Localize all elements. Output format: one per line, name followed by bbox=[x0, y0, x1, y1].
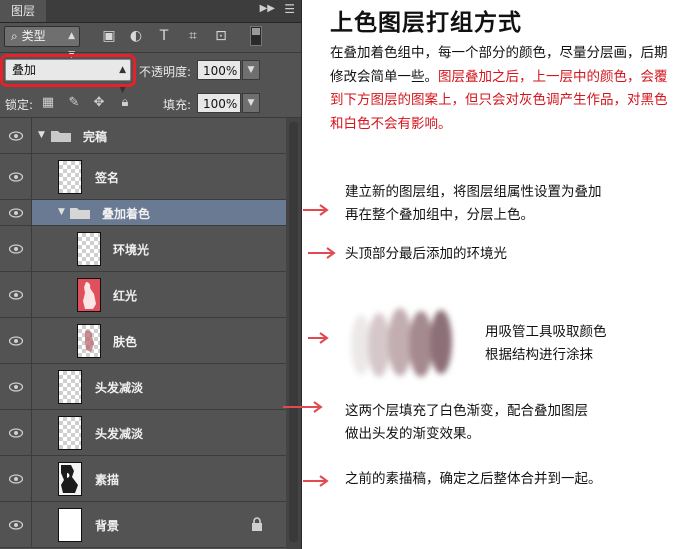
layer-name: 素描 bbox=[95, 473, 120, 487]
eye-icon bbox=[9, 290, 23, 300]
fill-input[interactable]: 100% bbox=[197, 93, 241, 113]
visibility-toggle[interactable] bbox=[0, 118, 32, 153]
skin-sketch-icon bbox=[85, 330, 94, 352]
opacity-dropdown[interactable]: ▼ bbox=[242, 60, 260, 80]
divider bbox=[0, 52, 301, 53]
visibility-toggle[interactable] bbox=[0, 318, 32, 363]
arrow-icon bbox=[283, 401, 323, 413]
layer-name: 叠加着色 bbox=[102, 207, 151, 221]
visibility-toggle[interactable] bbox=[0, 456, 32, 501]
layer-name: 肤色 bbox=[113, 335, 138, 349]
eye-icon bbox=[9, 131, 23, 141]
lock-all-icon[interactable]: 🔒︎ bbox=[117, 95, 133, 111]
visibility-toggle[interactable] bbox=[0, 410, 32, 455]
layer-thumbnail bbox=[58, 416, 82, 450]
lock-move-icon[interactable]: ✥ bbox=[91, 95, 107, 111]
lock-icon bbox=[252, 517, 262, 531]
tab-layers[interactable]: 图层 bbox=[0, 0, 46, 22]
note-group-blend: 建立新的图层组，将图层组属性设置为叠加 再在整个叠加组中，分层上色。 bbox=[345, 184, 602, 223]
double-chevron-icon[interactable]: ▶▶ bbox=[260, 3, 275, 14]
layer-row-group[interactable]: ▼ 完稿 bbox=[0, 118, 286, 154]
eye-icon bbox=[9, 382, 23, 392]
layer-row[interactable]: 头发减淡 bbox=[0, 410, 286, 456]
layer-row-background[interactable]: 背景 bbox=[0, 502, 286, 548]
layer-thumbnail bbox=[58, 370, 82, 404]
layers-list: ▼ 完稿 签名 ▼ 叠加着色 环境光 红光 肤色 头发减淡 头发减淡 素描 背景 bbox=[0, 118, 286, 549]
page-title: 上色图层打组方式 bbox=[330, 10, 522, 36]
opacity-input[interactable]: 100% bbox=[197, 60, 241, 80]
filter-toggle[interactable] bbox=[250, 26, 262, 46]
note-eyedropper: 用吸管工具吸取颜色 根据结构进行涂抹 bbox=[485, 324, 607, 363]
color-swatch-strokes bbox=[351, 308, 452, 377]
image-filter-icon[interactable]: ▣ bbox=[100, 27, 118, 45]
eye-icon bbox=[9, 428, 23, 438]
layer-row[interactable]: 素描 bbox=[0, 456, 286, 502]
layer-thumbnail bbox=[58, 462, 82, 496]
arrow-icon bbox=[303, 475, 329, 487]
layer-name: 头发减淡 bbox=[95, 381, 144, 395]
layer-row[interactable]: 红光 bbox=[0, 272, 286, 318]
arrow-icon bbox=[303, 204, 329, 216]
visibility-toggle[interactable] bbox=[0, 226, 32, 271]
filter-select-value: 类型 bbox=[21, 29, 46, 43]
opacity-label: 不透明度: bbox=[139, 65, 192, 79]
lock-transparent-icon[interactable]: ▦ bbox=[40, 95, 56, 111]
note-hair-gradient: 这两个层填充了白色渐变，配合叠加图层 做出头发的渐变效果。 bbox=[345, 403, 588, 442]
layer-thumbnail bbox=[58, 160, 82, 194]
expand-triangle-icon[interactable]: ▼ bbox=[58, 207, 65, 217]
folder-icon bbox=[70, 208, 90, 219]
smart-object-filter-icon[interactable]: ⊡ bbox=[212, 27, 230, 45]
eye-icon bbox=[9, 336, 23, 346]
layers-scrollbar[interactable] bbox=[286, 118, 301, 549]
note-sketch: 之前的素描稿，确定之后整体合并到一起。 bbox=[345, 471, 602, 487]
eye-icon bbox=[9, 474, 23, 484]
layer-name: 签名 bbox=[95, 171, 120, 185]
fill-label: 填充: bbox=[163, 98, 192, 112]
blend-mode-highlight bbox=[0, 54, 136, 87]
layer-thumbnail bbox=[77, 278, 101, 312]
layer-name: 背景 bbox=[95, 519, 120, 533]
panel-menu-icon[interactable]: ☰ bbox=[284, 2, 295, 16]
visibility-toggle[interactable] bbox=[0, 502, 32, 547]
note-ambient-light: 头顶部分最后添加的环境光 bbox=[345, 246, 507, 262]
panel-tab-bar: 图层 ▶▶ ☰ bbox=[0, 0, 301, 23]
shape-filter-icon[interactable]: ⌗ bbox=[184, 27, 202, 45]
layer-name: 环境光 bbox=[113, 243, 150, 257]
arrow-icon bbox=[308, 247, 336, 259]
type-filter-icon[interactable]: T bbox=[155, 27, 173, 45]
folder-icon bbox=[51, 131, 71, 142]
layer-filter-select[interactable]: ⌕ 类型 ▲ ▼ bbox=[4, 26, 80, 60]
fill-dropdown[interactable]: ▼ bbox=[242, 93, 260, 113]
layer-row[interactable]: 签名 bbox=[0, 154, 286, 200]
layer-thumbnail bbox=[77, 232, 101, 266]
layer-thumbnail bbox=[77, 324, 101, 358]
visibility-toggle[interactable] bbox=[0, 200, 32, 225]
figure-silhouette-icon bbox=[83, 282, 96, 309]
layer-row-group-selected[interactable]: ▼ 叠加着色 bbox=[0, 200, 286, 226]
eye-icon bbox=[9, 172, 23, 182]
search-icon: ⌕ bbox=[11, 29, 18, 43]
eye-icon bbox=[9, 208, 23, 218]
eye-icon bbox=[9, 244, 23, 254]
arrow-icon bbox=[308, 332, 329, 344]
adjustment-filter-icon[interactable]: ◐ bbox=[127, 27, 145, 45]
visibility-toggle[interactable] bbox=[0, 364, 32, 409]
intro-paragraph: 在叠加着色组中，每一个部分的颜色，尽量分层画，后期修改会简单一些。图层叠加之后，… bbox=[330, 42, 674, 136]
sketch-figure-icon bbox=[61, 465, 78, 493]
layer-name: 红光 bbox=[113, 289, 138, 303]
layer-row[interactable]: 肤色 bbox=[0, 318, 286, 364]
lock-label: 锁定: bbox=[5, 98, 34, 112]
layer-name: 完稿 bbox=[83, 130, 108, 144]
layer-row[interactable]: 环境光 bbox=[0, 226, 286, 272]
visibility-toggle[interactable] bbox=[0, 272, 32, 317]
lock-brush-icon[interactable]: ✎ bbox=[66, 95, 82, 111]
eye-icon bbox=[9, 520, 23, 530]
layer-name: 头发减淡 bbox=[95, 427, 144, 441]
layers-panel: 图层 ▶▶ ☰ ⌕ 类型 ▲ ▼ ▣ ◐ T ⌗ ⊡ 叠加 ▲ ▼ 不透明度: 10… bbox=[0, 0, 302, 549]
layer-thumbnail bbox=[58, 508, 82, 542]
visibility-toggle[interactable] bbox=[0, 154, 32, 199]
layer-row[interactable]: 头发减淡 bbox=[0, 364, 286, 410]
expand-triangle-icon[interactable]: ▼ bbox=[38, 130, 45, 140]
